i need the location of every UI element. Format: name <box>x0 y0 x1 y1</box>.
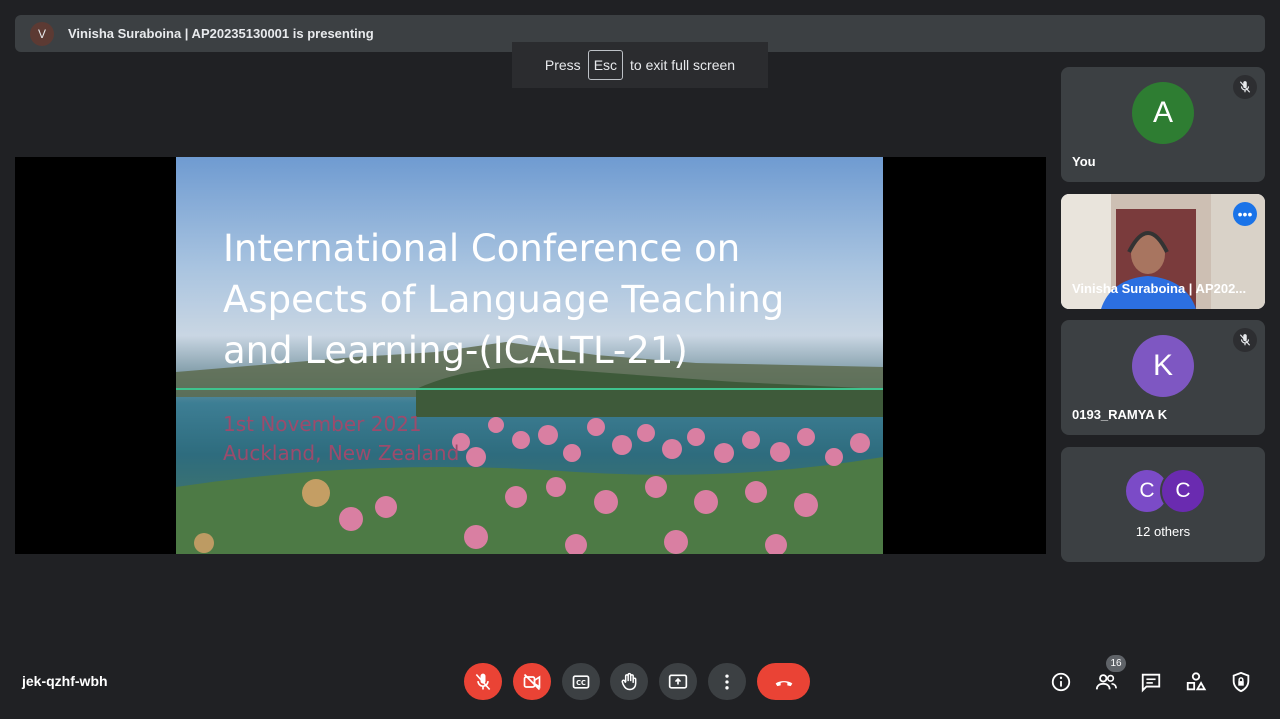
presentation-stage: International Conference on Aspects of L… <box>15 157 1046 554</box>
svg-text:CC: CC <box>576 678 586 686</box>
avatar: C <box>1160 468 1206 514</box>
shield-lock-icon <box>1232 671 1250 693</box>
esc-key: Esc <box>587 50 624 80</box>
present-icon <box>668 674 688 689</box>
people-count-badge: 16 <box>1106 655 1126 672</box>
captions-button[interactable]: CC <box>562 663 600 700</box>
slide-title-line: International Conference on <box>223 227 741 270</box>
presented-slide: International Conference on Aspects of L… <box>176 157 883 554</box>
more-options-icon[interactable]: ••• <box>1233 202 1257 226</box>
slide-title-line: Aspects of Language Teaching <box>223 278 785 321</box>
mic-toggle-button[interactable] <box>464 663 502 700</box>
presenter-avatar: V <box>30 21 54 46</box>
meeting-code: jek-qzhf-wbh <box>22 673 108 689</box>
participant-tile-others[interactable]: C C 12 others <box>1061 447 1265 562</box>
presenter-text: Vinisha Suraboina | AP20235130001 is pre… <box>68 26 374 41</box>
info-icon <box>1051 672 1071 692</box>
participant-name: You <box>1072 154 1096 169</box>
people-button[interactable] <box>1092 668 1120 696</box>
people-icon <box>1095 674 1117 690</box>
slide-divider <box>176 388 883 390</box>
participant-tile-vinisha[interactable]: ••• Vinisha Suraboina | AP202... <box>1061 194 1265 309</box>
chat-icon <box>1141 673 1161 693</box>
others-count: 12 others <box>1135 524 1191 539</box>
mic-off-icon <box>475 673 491 690</box>
more-vert-icon <box>725 674 729 689</box>
slide-title: International Conference on Aspects of L… <box>223 223 843 376</box>
captions-icon: CC <box>572 674 590 689</box>
fullscreen-hint: Press Esc to exit full screen <box>512 42 768 88</box>
raise-hand-button[interactable] <box>610 663 648 700</box>
chat-button[interactable] <box>1137 668 1165 696</box>
meeting-details-button[interactable] <box>1047 668 1075 696</box>
participant-tile-you[interactable]: A You <box>1061 67 1265 182</box>
avatar: K <box>1132 335 1194 397</box>
participant-tile-ramya[interactable]: K 0193_RAMYA K <box>1061 320 1265 435</box>
hint-exit: to exit full screen <box>630 57 736 73</box>
leave-call-button[interactable] <box>757 663 810 700</box>
host-controls-button[interactable] <box>1227 668 1255 696</box>
hang-up-icon <box>775 680 792 686</box>
hand-icon <box>621 672 637 690</box>
camera-off-icon <box>523 673 541 690</box>
hint-press: Press <box>544 57 581 73</box>
more-options-button[interactable] <box>708 663 746 700</box>
slide-date: 1st November 2021 <box>223 412 422 436</box>
present-now-button[interactable] <box>659 663 697 700</box>
activities-button[interactable] <box>1182 668 1210 696</box>
slide-title-line: and Learning-(ICALTL-21) <box>223 329 688 372</box>
avatar: A <box>1132 82 1194 144</box>
camera-toggle-button[interactable] <box>513 663 551 700</box>
activities-icon <box>1186 672 1207 691</box>
participant-name: Vinisha Suraboina | AP202... <box>1072 281 1247 296</box>
mic-off-icon <box>1233 328 1257 352</box>
mic-off-icon <box>1233 75 1257 99</box>
slide-place: Auckland, New Zealand <box>223 441 460 465</box>
participant-name: 0193_RAMYA K <box>1072 407 1168 422</box>
